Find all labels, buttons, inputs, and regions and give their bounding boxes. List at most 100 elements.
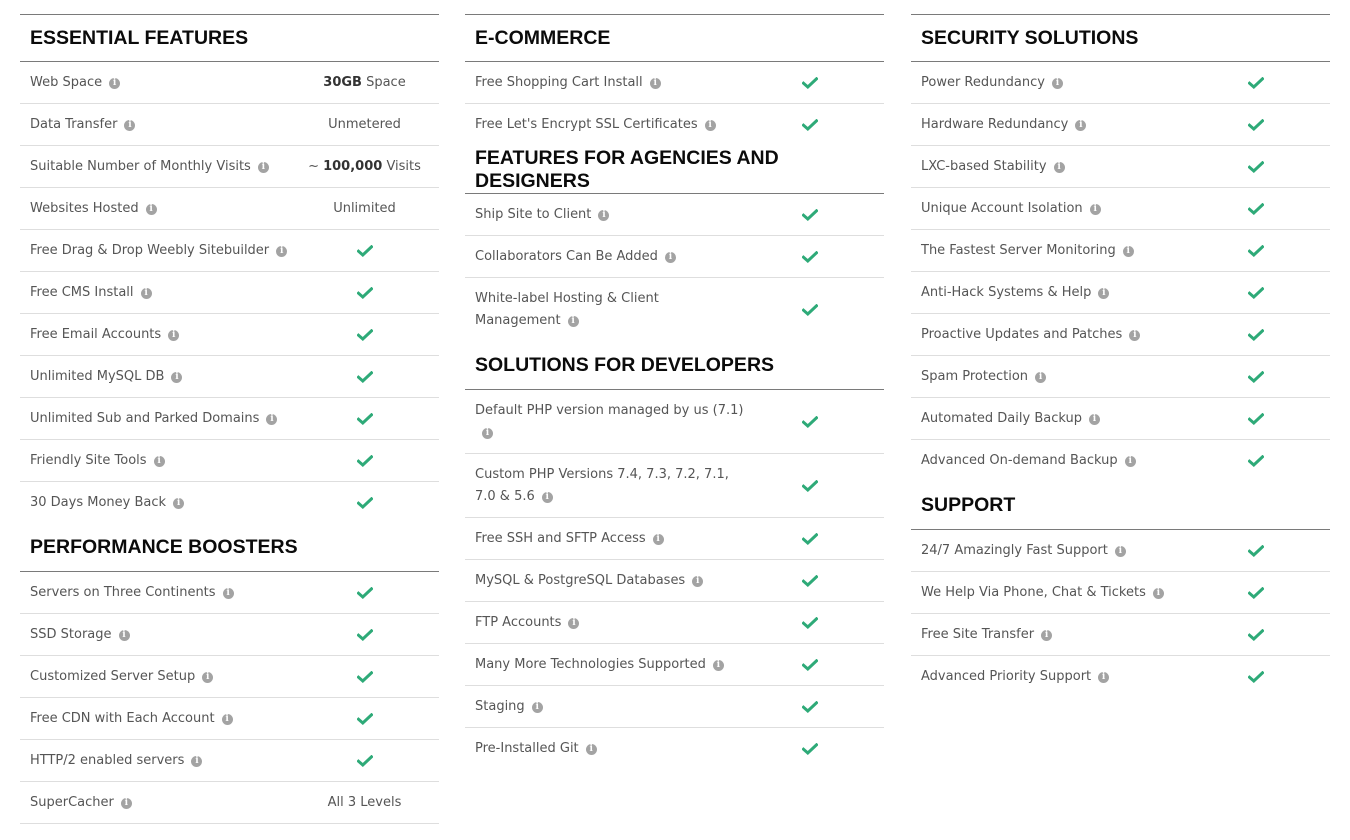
info-icon[interactable]: i [1051, 77, 1063, 89]
info-icon[interactable]: i [276, 245, 288, 257]
feature-row-free-let-s-encrypt-ssl-certificates: Free Let's Encrypt SSL Certificates i [465, 104, 884, 146]
feature-label: Default PHP version managed by us (7.1) i [465, 400, 745, 444]
checkmark-icon [1247, 628, 1264, 641]
info-icon[interactable]: i [124, 119, 136, 131]
info-icon[interactable]: i [585, 744, 597, 755]
info-icon[interactable]: i [257, 161, 269, 173]
info-icon[interactable]: i [1129, 329, 1141, 341]
info-icon[interactable]: i [1089, 203, 1101, 215]
info-icon[interactable]: i [1152, 587, 1164, 599]
info-icon[interactable]: i [221, 713, 233, 725]
section-performance-boosters: PERFORMANCE BOOSTERS Servers on Three Con… [20, 524, 439, 824]
feature-row-anti-hack-systems-and-help: Anti-Hack Systems & Help i [911, 272, 1330, 314]
feature-value [300, 285, 439, 300]
info-icon[interactable]: i [202, 671, 214, 683]
info-icon[interactable]: i [1088, 413, 1100, 425]
feature-value: 30GB Space [300, 75, 439, 90]
checkmark-icon [356, 454, 373, 467]
feature-row-white-label-hosting-and-client-management: White-label Hosting & Client Management i [465, 278, 884, 342]
feature-label: Unlimited Sub and Parked Domains i [20, 408, 300, 430]
info-icon[interactable]: i [222, 587, 234, 599]
feature-name: Pre-Installed Git [475, 741, 579, 756]
feature-name: Friendly Site Tools [30, 452, 147, 468]
info-icon[interactable]: i [191, 755, 203, 767]
feature-name: Free Site Transfer [921, 626, 1035, 642]
feature-name: FTP Accounts [475, 614, 562, 630]
info-icon[interactable]: i [118, 629, 130, 641]
checkmark-icon [356, 370, 373, 383]
info-icon[interactable]: i [1124, 456, 1136, 467]
feature-row-mysql-and-postgresql-databases: MySQL & PostgreSQL Databases i [465, 560, 884, 602]
info-icon[interactable]: i [704, 120, 716, 131]
info-icon[interactable]: i [692, 575, 704, 587]
feature-value [1191, 543, 1330, 558]
feature-row-supercacher: SuperCacher i All 3 Levels [20, 782, 439, 824]
feature-value [745, 118, 884, 133]
info-icon[interactable]: i [1122, 245, 1134, 257]
feature-name: Advanced Priority Support [921, 669, 1092, 684]
feature-value [1191, 670, 1330, 685]
info-icon[interactable]: i [1075, 119, 1087, 131]
info-icon[interactable]: i [1053, 161, 1065, 173]
info-icon[interactable]: i [1098, 672, 1110, 683]
feature-name: We Help Via Phone, Chat & Tickets [921, 584, 1146, 600]
info-icon[interactable]: i [140, 287, 152, 299]
info-icon[interactable]: i [1098, 287, 1110, 299]
feature-value [745, 478, 884, 493]
checkmark-icon [1247, 76, 1264, 89]
info-icon[interactable]: i [153, 455, 165, 467]
feature-name: Many More Technologies Supported [475, 656, 706, 672]
info-icon[interactable]: i [652, 533, 664, 545]
info-icon[interactable]: i [541, 491, 553, 503]
feature-row-the-fastest-server-monitoring: The Fastest Server Monitoring i [911, 230, 1330, 272]
info-icon[interactable]: i [649, 77, 661, 89]
feature-value [1191, 369, 1330, 384]
checkmark-icon [1247, 286, 1264, 299]
info-icon[interactable]: i [266, 413, 278, 425]
info-icon[interactable]: i [173, 498, 185, 509]
feature-row-servers-on-three-continents: Servers on Three Continents i [20, 572, 439, 614]
feature-name: Websites Hosted [30, 200, 139, 216]
info-icon[interactable]: i [120, 797, 132, 809]
feature-row-suitable-number-of-monthly-visits: Suitable Number of Monthly Visits i ~ 100,… [20, 146, 439, 188]
feature-row-hardware-redundancy: Hardware Redundancy i [911, 104, 1330, 146]
feature-row-lxc-based-stability: LXC-based Stability i [911, 146, 1330, 188]
info-icon[interactable]: i [109, 77, 121, 89]
section-essential-features: ESSENTIAL FEATURES Web Space i 30GB Space Da… [20, 14, 439, 524]
info-icon[interactable]: i [531, 701, 543, 713]
feature-label: Websites Hosted i [20, 198, 300, 220]
feature-label: Anti-Hack Systems & Help i [911, 282, 1191, 304]
feature-name: 24/7 Amazingly Fast Support [921, 542, 1108, 558]
feature-value [300, 669, 439, 684]
feature-label: Free SSH and SFTP Access i [465, 528, 745, 550]
feature-name: Free Drag & Drop Weebly Sitebuilder [30, 242, 270, 258]
checkmark-icon [1247, 160, 1264, 173]
info-icon[interactable]: i [482, 427, 493, 439]
info-icon[interactable]: i [1035, 371, 1047, 383]
feature-label: Advanced On-demand Backup i [911, 450, 1191, 472]
feature-label: 24/7 Amazingly Fast Support i [911, 540, 1191, 562]
feature-name: SuperCacher [30, 794, 114, 810]
info-icon[interactable]: i [145, 203, 157, 215]
info-icon[interactable]: i [171, 371, 183, 383]
feature-label: Hardware Redundancy i [911, 114, 1191, 136]
checkmark-icon [356, 328, 373, 341]
checkmark-icon [801, 119, 818, 131]
feature-value [300, 369, 439, 384]
feature-name: Automated Daily Backup [921, 410, 1082, 426]
value-text: All 3 Levels [327, 795, 402, 810]
feature-name: Free Email Accounts [30, 326, 162, 342]
info-icon[interactable]: i [567, 316, 579, 327]
feature-row-web-space: Web Space i 30GB Space [20, 62, 439, 104]
info-icon[interactable]: i [712, 659, 724, 671]
info-icon[interactable]: i [168, 329, 180, 341]
feature-label: Friendly Site Tools i [20, 450, 300, 472]
checkmark-icon [1247, 370, 1264, 383]
info-icon[interactable]: i [568, 617, 580, 629]
feature-label: HTTP/2 enabled servers i [20, 750, 300, 772]
info-icon[interactable]: i [664, 251, 676, 263]
info-icon[interactable]: i [598, 209, 610, 221]
value-text: Space [361, 75, 406, 90]
info-icon[interactable]: i [1114, 545, 1126, 557]
info-icon[interactable]: i [1041, 629, 1053, 641]
